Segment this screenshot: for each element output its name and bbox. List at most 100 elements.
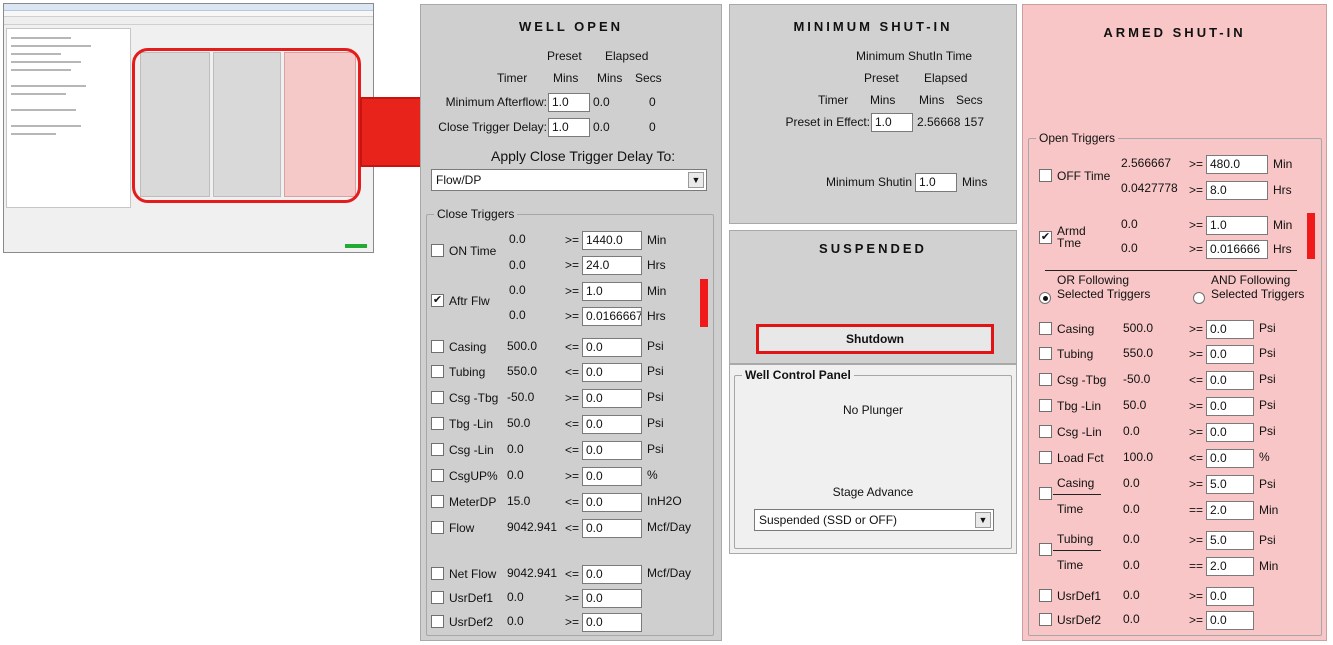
tubing-duration-label: Time (1057, 558, 1084, 572)
casing-value: 500.0 (507, 339, 538, 353)
tubing-time-op: >= (1189, 533, 1204, 547)
well-control-title: Well Control Panel (742, 368, 854, 382)
net-flow-unit: Mcf/Day (647, 566, 692, 580)
tbg-lin-unit: Psi (647, 416, 664, 430)
csg-tbg-checkbox[interactable] (431, 391, 444, 404)
usrdef2-input[interactable]: 0.0 (582, 613, 642, 632)
csg-tbg-value: -50.0 (507, 390, 535, 404)
csg-lin-checkbox[interactable] (431, 443, 444, 456)
tubing-time-input[interactable]: 5.0 (1206, 531, 1254, 550)
off-time-hrs-input[interactable]: 8.0 (1206, 181, 1268, 200)
meterdp-checkbox[interactable] (431, 495, 444, 508)
off-time-checkbox[interactable] (1039, 169, 1052, 182)
armd-hrs-input[interactable]: 0.016666 (1206, 240, 1268, 259)
thumb-titlebar (4, 4, 373, 11)
mins-elapsed-header: Mins (597, 71, 623, 85)
flow-checkbox[interactable] (431, 521, 444, 534)
or-following-radio[interactable] (1039, 292, 1051, 304)
meterdp-op: <= (565, 495, 580, 509)
armed-usrdef2-checkbox[interactable] (1039, 613, 1052, 626)
plunger-status: No Plunger (842, 403, 904, 417)
armed-csg-lin-unit: Psi (1259, 424, 1276, 438)
usrdef2-checkbox[interactable] (431, 615, 444, 628)
tubing-time-label: Tubing (1057, 532, 1094, 546)
usrdef1-input[interactable]: 0.0 (582, 589, 642, 608)
aftr-flw-checkbox[interactable]: ✔ (431, 294, 444, 307)
and-following-radio[interactable] (1193, 292, 1205, 304)
casing-time-input[interactable]: 5.0 (1206, 475, 1254, 494)
csg-tbg-unit: Psi (647, 390, 664, 404)
armed-tbg-lin-op: >= (1189, 399, 1204, 413)
casing-checkbox[interactable] (431, 340, 444, 353)
meterdp-unit: InH2O (647, 494, 682, 508)
csgup--input[interactable]: 0.0 (582, 467, 642, 486)
armed-csg-tbg-checkbox[interactable] (1039, 373, 1052, 386)
armd-min-input[interactable]: 1.0 (1206, 216, 1268, 235)
stage-advance-select[interactable]: Suspended (SSD or OFF) ▼ (754, 509, 994, 531)
tubing-duration-input[interactable]: 2.0 (1206, 557, 1254, 576)
csg-tbg-input[interactable]: 0.0 (582, 389, 642, 408)
tbg-lin-input[interactable]: 0.0 (582, 415, 642, 434)
aftr-flw-min-input[interactable]: 1.0 (582, 282, 642, 301)
armd-time-checkbox[interactable]: ✔ (1039, 231, 1052, 244)
usrdef1-checkbox[interactable] (431, 591, 444, 604)
flow-value: 9042.941 (507, 520, 558, 534)
min-afterflow-input[interactable]: 1.0 (548, 93, 590, 112)
shutdown-button[interactable]: Shutdown (756, 324, 994, 354)
close-trigger-delay-input[interactable]: 1.0 (548, 118, 590, 137)
off-time-min-op: >= (1189, 157, 1204, 171)
armed-csg-tbg-input[interactable]: 0.0 (1206, 371, 1254, 390)
armed-usrdef1-input[interactable]: 0.0 (1206, 587, 1254, 606)
aftr-flw-hrs-op: >= (565, 309, 580, 323)
armed-tubing-checkbox[interactable] (1039, 347, 1052, 360)
on-time-min-input[interactable]: 1440.0 (582, 231, 642, 250)
armed-usrdef2-input[interactable]: 0.0 (1206, 611, 1254, 630)
min-mins-header: Mins (870, 93, 896, 107)
casing-duration-input[interactable]: 2.0 (1206, 501, 1254, 520)
csg-tbg-label: Csg -Tbg (449, 391, 499, 405)
well-open-panel: WELL OPEN Preset Elapsed Timer Mins Mins… (420, 4, 722, 641)
casing-time-op: >= (1189, 477, 1204, 491)
armed-tbg-lin-checkbox[interactable] (1039, 399, 1052, 412)
tubing-checkbox[interactable] (431, 365, 444, 378)
armed-usrdef2-op: >= (1189, 613, 1204, 627)
armed-tubing-input[interactable]: 0.0 (1206, 345, 1254, 364)
off-time-min-input[interactable]: 480.0 (1206, 155, 1268, 174)
tbg-lin-checkbox[interactable] (431, 417, 444, 430)
net-flow-input[interactable]: 0.0 (582, 565, 642, 584)
casing-time-label: Casing (1057, 476, 1095, 490)
csgup--checkbox[interactable] (431, 469, 444, 482)
armed-load-fct-input[interactable]: 0.0 (1206, 449, 1254, 468)
net-flow-checkbox[interactable] (431, 567, 444, 580)
armed-casing-input[interactable]: 0.0 (1206, 320, 1254, 339)
armed-usrdef1-checkbox[interactable] (1039, 589, 1052, 602)
tbg-lin-label: Tbg -Lin (449, 417, 494, 431)
min-shutin-input[interactable]: 1.0 (915, 173, 957, 192)
armed-casing-checkbox[interactable] (1039, 322, 1052, 335)
armed-tbg-lin-value: 50.0 (1123, 398, 1147, 412)
apply-delay-select[interactable]: Flow/DP ▼ (431, 169, 707, 191)
tubing-input[interactable]: 0.0 (582, 363, 642, 382)
tubing-time-checkbox[interactable] (1039, 543, 1052, 556)
armed-usrdef1-value: 0.0 (1123, 588, 1140, 602)
on-time-checkbox[interactable] (431, 244, 444, 257)
armed-tbg-lin-input[interactable]: 0.0 (1206, 397, 1254, 416)
armed-load-fct-label: Load Fct (1057, 451, 1104, 465)
divider (1045, 270, 1297, 271)
timer-header: Timer (497, 71, 528, 85)
armed-csg-lin-checkbox[interactable] (1039, 425, 1052, 438)
casing-input[interactable]: 0.0 (582, 338, 642, 357)
meterdp-input[interactable]: 0.0 (582, 493, 642, 512)
armed-load-fct-checkbox[interactable] (1039, 451, 1052, 464)
csg-lin-input[interactable]: 0.0 (582, 441, 642, 460)
casing-time-checkbox[interactable] (1039, 487, 1052, 500)
flow-input[interactable]: 0.0 (582, 519, 642, 538)
min-secs-header: Secs (956, 93, 983, 107)
or-following-label: OR Following Selected Triggers (1057, 273, 1151, 301)
aftr-flw-hrs-input[interactable]: 0.0166667 (582, 307, 642, 326)
on-time-hrs-input[interactable]: 24.0 (582, 256, 642, 275)
preset-in-effect-field: 1.0 (871, 113, 913, 132)
armed-csg-tbg-label: Csg -Tbg (1057, 373, 1107, 387)
min-mins-elapsed-header: Mins (919, 93, 945, 107)
armed-csg-lin-input[interactable]: 0.0 (1206, 423, 1254, 442)
